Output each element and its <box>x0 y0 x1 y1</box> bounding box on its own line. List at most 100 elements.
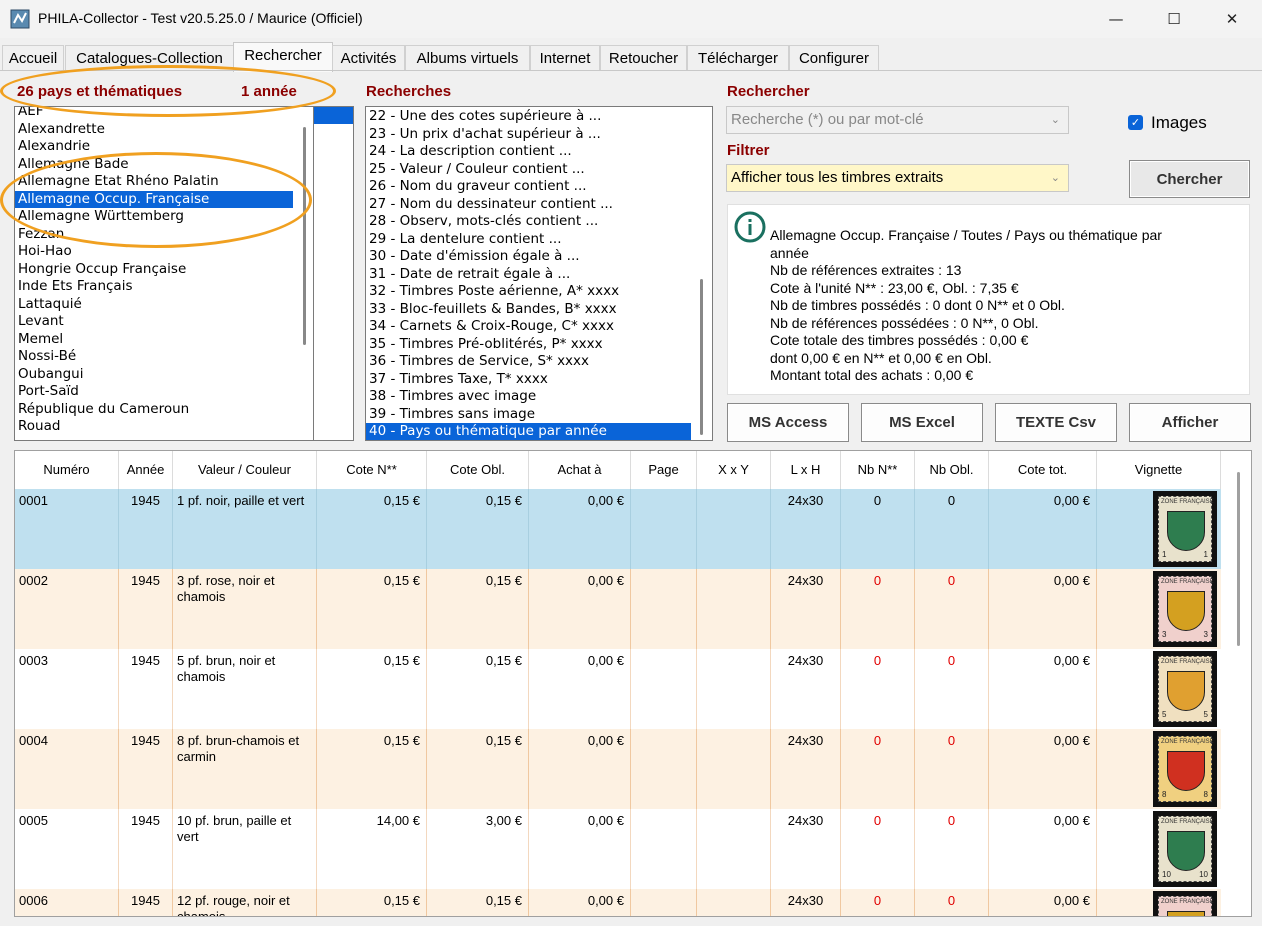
search-list-item[interactable]: 27 - Nom du dessinateur contient ... <box>366 196 691 214</box>
column-header[interactable]: L x H <box>771 451 841 490</box>
maximize-button[interactable]: ☐ <box>1145 0 1203 38</box>
country-list-item[interactable]: Rouad <box>15 418 295 436</box>
search-list-item[interactable]: 38 - Timbres avec image <box>366 388 691 406</box>
stamp-thumbnail[interactable]: ZONE FRANÇAISE 5 5 <box>1153 651 1217 727</box>
table-row[interactable]: 0002 1945 3 pf. rose, noir et chamois 0,15 … <box>15 569 1221 649</box>
stamp-caption: ZONE FRANÇAISE <box>1161 659 1214 665</box>
tab-configurer[interactable]: Configurer <box>789 45 879 71</box>
minimize-button[interactable]: — <box>1087 0 1145 38</box>
search-list-item[interactable]: 26 - Nom du graveur contient ... <box>366 178 691 196</box>
column-header[interactable]: Cote Obl. <box>427 451 529 490</box>
results-table[interactable]: Numéro Année Valeur / Couleur Cote N** Cote … <box>14 450 1252 917</box>
chercher-button[interactable]: Chercher <box>1129 160 1250 198</box>
table-row[interactable]: 0005 1945 10 pf. brun, paille et vert 14,00… <box>15 809 1221 889</box>
column-header[interactable]: Nb Obl. <box>915 451 989 490</box>
search-list-item[interactable]: 28 - Observ, mots-clés contient ... <box>366 213 691 231</box>
search-list-item[interactable]: 39 - Timbres sans image <box>366 406 691 424</box>
table-cell-annee: 1945 <box>119 809 173 889</box>
search-list-item[interactable]: 35 - Timbres Pré-oblitérés, P* xxxx <box>366 336 691 354</box>
search-list-item[interactable]: 24 - La description contient ... <box>366 143 691 161</box>
column-header[interactable]: Cote tot. <box>989 451 1097 490</box>
tab-accueil[interactable]: Accueil <box>2 45 64 71</box>
search-list-item[interactable]: 37 - Timbres Taxe, T* xxxx <box>366 371 691 389</box>
column-header[interactable]: Année <box>119 451 173 490</box>
tab-retoucher[interactable]: Retoucher <box>600 45 687 71</box>
column-header[interactable]: Cote N** <box>317 451 427 490</box>
search-list-item[interactable]: 31 - Date de retrait égale à ... <box>366 266 691 284</box>
country-list-item[interactable]: Lattaquié <box>15 296 295 314</box>
table-cell-cote-n: 0,15 € <box>317 569 427 649</box>
afficher-button[interactable]: Afficher <box>1129 403 1251 442</box>
table-cell-cote-obl: 0,15 € <box>427 569 529 649</box>
info-line-montant-achats: Montant total des achats : 0,00 € <box>770 367 974 383</box>
table-cell-lh: 24x30 <box>771 569 841 649</box>
search-list-item[interactable]: 23 - Un prix d'achat supérieur à ... <box>366 126 691 144</box>
year-list-selected-item[interactable] <box>314 107 353 124</box>
chevron-down-icon[interactable]: ⌄ <box>1051 107 1060 133</box>
stamp-thumbnail[interactable]: ZONE FRANÇAISE1212 <box>1153 891 1217 916</box>
tab-telecharger[interactable]: Télécharger <box>687 45 789 71</box>
search-list-item[interactable]: 34 - Carnets & Croix-Rouge, C* xxxx <box>366 318 691 336</box>
table-cell-cote-obl: 0,15 € <box>427 729 529 809</box>
ms-excel-button[interactable]: MS Excel <box>861 403 983 442</box>
tab-activites[interactable]: Activités <box>332 45 405 71</box>
search-list-item[interactable]: 25 - Valeur / Couleur contient ... <box>366 161 691 179</box>
search-list-item[interactable]: 32 - Timbres Poste aérienne, A* xxxx <box>366 283 691 301</box>
table-cell-cote-n: 14,00 € <box>317 809 427 889</box>
column-header[interactable]: Numéro <box>15 451 119 490</box>
ms-access-button[interactable]: MS Access <box>727 403 849 442</box>
search-list-item[interactable]: 30 - Date d'émission égale à ... <box>366 248 691 266</box>
country-list-item[interactable]: Hongrie Occup Française <box>15 261 295 279</box>
table-cell-xy <box>697 489 771 569</box>
stamp-thumbnail[interactable]: ZONE FRANÇAISE 8 8 <box>1153 731 1217 807</box>
chevron-down-icon[interactable]: ⌄ <box>1051 165 1060 191</box>
search-list-item[interactable]: 29 - La dentelure contient ... <box>366 231 691 249</box>
year-list[interactable] <box>313 106 354 441</box>
tab-internet[interactable]: Internet <box>530 45 600 71</box>
images-checkbox[interactable]: ✓ <box>1128 115 1143 130</box>
stamp-thumbnail[interactable]: ZONE FRANÇAISE 10 10 <box>1153 811 1217 887</box>
search-input[interactable]: Recherche (*) ou par mot-clé ⌄ <box>726 106 1069 134</box>
table-cell-achat: 0,00 € <box>529 569 631 649</box>
country-list-scrollbar[interactable] <box>303 127 306 345</box>
country-list-item[interactable]: Inde Ets Français <box>15 278 295 296</box>
column-header[interactable]: Page <box>631 451 697 490</box>
column-header[interactable]: Vignette <box>1097 451 1221 490</box>
maximize-icon: ☐ <box>1167 10 1181 28</box>
close-button[interactable]: ✕ <box>1203 0 1261 38</box>
stamp-thumbnail[interactable]: ZONE FRANÇAISE 1 1 <box>1153 491 1217 567</box>
country-list-item[interactable]: Nossi-Bé <box>15 348 295 366</box>
column-header[interactable]: X x Y <box>697 451 771 490</box>
table-cell-annee: 1945 <box>119 889 173 916</box>
table-vertical-scrollbar[interactable] <box>1223 451 1249 914</box>
column-header[interactable]: Valeur / Couleur <box>173 451 317 490</box>
table-cell-cote-tot: 0,00 € <box>989 809 1097 889</box>
country-list-item[interactable]: Memel <box>15 331 295 349</box>
stamp-caption: ZONE FRANÇAISE <box>1161 579 1214 585</box>
search-list-item[interactable]: 22 - Une des cotes supérieure à ... <box>366 108 691 126</box>
column-header[interactable]: Nb N** <box>841 451 915 490</box>
texte-csv-button[interactable]: TEXTE Csv <box>995 403 1117 442</box>
table-row[interactable]: 0003 1945 5 pf. brun, noir et chamois 0,15 … <box>15 649 1221 729</box>
search-list-item[interactable]: 33 - Bloc-feuillets & Bandes, B* xxxx <box>366 301 691 319</box>
images-checkbox-label: Images <box>1151 113 1207 132</box>
search-list-item[interactable]: 40 - Pays ou thématique par année <box>366 423 691 440</box>
country-list-item[interactable]: République du Cameroun <box>15 401 295 419</box>
tab-albums-virtuels[interactable]: Albums virtuels <box>405 45 530 71</box>
table-row[interactable]: 0001 1945 1 pf. noir, paille et vert 0,15 €… <box>15 489 1221 569</box>
stamp-value-right: 3 <box>1203 630 1208 639</box>
stamp-image: ZONE FRANÇAISE1212 <box>1158 896 1214 916</box>
table-scrollbar-thumb[interactable] <box>1237 472 1240 646</box>
country-list-item[interactable]: Port-Saïd <box>15 383 295 401</box>
stamp-thumbnail[interactable]: ZONE FRANÇAISE 3 3 <box>1153 571 1217 647</box>
country-list-item[interactable]: Alexandrette <box>15 121 295 139</box>
table-row[interactable]: 0004 1945 8 pf. brun-chamois et carmin 0,15… <box>15 729 1221 809</box>
filter-select[interactable]: Afficher tous les timbres extraits ⌄ <box>726 164 1069 192</box>
searches-list[interactable]: 22 - Une des cotes supérieure à ... 23 - … <box>365 106 713 441</box>
searches-list-scrollbar[interactable] <box>700 279 703 435</box>
country-list-item[interactable]: Oubangui <box>15 366 295 384</box>
table-row[interactable]: 0006 1945 12 pf. rouge, noir et chamois 0,1… <box>15 889 1221 916</box>
column-header[interactable]: Achat à <box>529 451 631 490</box>
search-list-item[interactable]: 36 - Timbres de Service, S* xxxx <box>366 353 691 371</box>
country-list-item[interactable]: Levant <box>15 313 295 331</box>
